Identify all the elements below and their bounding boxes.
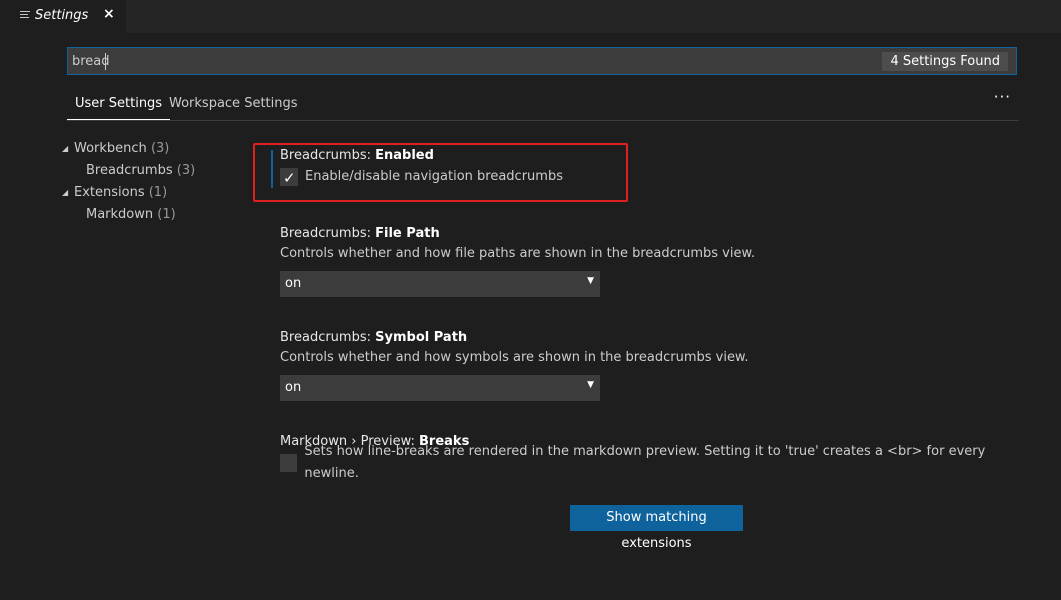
more-actions-icon[interactable]: ··· [994, 88, 1011, 106]
tree-item-label: Breadcrumbs [86, 163, 173, 178]
setting-markdown-preview-breaks: Markdown › Preview: Breaks Sets how line… [280, 432, 1020, 481]
tree-item-count: (3) [150, 141, 170, 156]
select-value: on [285, 276, 302, 291]
close-icon[interactable]: × [103, 6, 115, 22]
file-path-select[interactable]: on ▼ [280, 271, 600, 297]
tab-title: Settings [35, 8, 89, 23]
dropdown-arrow-icon: ▼ [587, 380, 594, 390]
symbol-path-select[interactable]: on ▼ [280, 375, 600, 401]
settings-toc-tree: ◢ Workbench (3) Breadcrumbs (3) ◢ Extens… [62, 138, 252, 226]
setting-description: Sets how line-breaks are rendered in the… [304, 444, 986, 481]
tree-item-label: Extensions [74, 185, 145, 200]
search-input[interactable] [72, 52, 772, 70]
text-caret [105, 53, 106, 70]
setting-title: Breadcrumbs: File Path [280, 224, 1020, 244]
show-matching-extensions-button[interactable]: Show matching extensions [570, 505, 743, 551]
tree-item-label: Workbench [74, 141, 147, 156]
dropdown-arrow-icon: ▼ [587, 276, 594, 286]
setting-description: Controls whether and how file paths are … [280, 246, 756, 261]
tab-user-settings[interactable]: User Settings [66, 96, 171, 120]
tab-workspace-settings[interactable]: Workspace Settings [169, 96, 298, 111]
tree-item-label: Markdown [86, 207, 154, 222]
tab-bar: Settings × [0, 0, 1061, 33]
setting-description: Controls whether and how symbols are sho… [280, 350, 749, 365]
expanded-triangle-icon: ◢ [62, 144, 69, 153]
results-count-badge: 4 Settings Found [882, 52, 1008, 71]
setting-title: Breadcrumbs: Symbol Path [280, 328, 1020, 348]
settings-scope-tabs: User Settings Workspace Settings ··· [66, 86, 1019, 121]
tree-item-markdown[interactable]: Markdown (1) [62, 204, 252, 226]
setting-breadcrumbs-file-path: Breadcrumbs: File Path Controls whether … [280, 224, 1020, 297]
select-value: on [285, 380, 302, 395]
highlight-annotation [253, 143, 628, 202]
list-icon [20, 11, 30, 20]
setting-category: Breadcrumbs: [280, 330, 376, 345]
tree-item-extensions[interactable]: ◢ Extensions (1) [62, 182, 252, 204]
tree-item-count: (1) [148, 185, 168, 200]
setting-name: File Path [375, 226, 440, 241]
setting-name: Symbol Path [375, 330, 468, 345]
setting-breadcrumbs-symbol-path: Breadcrumbs: Symbol Path Controls whethe… [280, 328, 1020, 401]
tree-item-workbench[interactable]: ◢ Workbench (3) [62, 138, 252, 160]
setting-category: Breadcrumbs: [280, 226, 376, 241]
tree-item-breadcrumbs[interactable]: Breadcrumbs (3) [62, 160, 252, 182]
tree-item-count: (3) [176, 163, 196, 178]
tab-settings[interactable]: Settings × [0, 0, 126, 33]
breaks-checkbox[interactable] [280, 454, 298, 472]
search-box[interactable]: 4 Settings Found [67, 47, 1017, 75]
expanded-triangle-icon: ◢ [62, 188, 69, 197]
tree-item-count: (1) [157, 207, 176, 222]
